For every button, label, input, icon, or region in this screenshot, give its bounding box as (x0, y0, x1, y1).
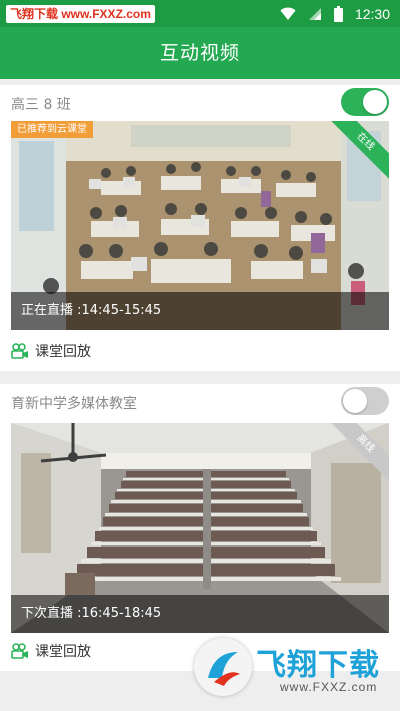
classroom-toggle[interactable] (341, 387, 389, 415)
classroom-toggle[interactable] (341, 88, 389, 116)
replay-button[interactable]: 课堂回放 (11, 330, 91, 371)
replay-label: 课堂回放 (35, 343, 91, 360)
replay-button[interactable]: 课堂回放 (11, 630, 91, 671)
card-header: 高三 8 班 (11, 85, 389, 121)
classroom-name: 育新中学多媒体教室 (11, 396, 137, 412)
classroom-name: 高三 8 班 (11, 97, 71, 113)
next-live-schedule: 下次直播 :16:45-18:45 (11, 595, 389, 633)
status-bar: 飞翔下载 www.FXXZ.com 12:30 (0, 0, 400, 27)
recommend-badge: 已推荐到云课堂 (11, 121, 93, 138)
status-ribbon: 在线 (323, 121, 389, 184)
card-header: 育新中学多媒体教室 (11, 384, 389, 420)
toggle-knob (343, 389, 367, 413)
watermark-logo: 飞翔下载 www.FXXZ.com (192, 636, 400, 702)
watermark-logo-icon (194, 638, 252, 696)
video-player[interactable]: 离线 下次直播 :16:45-18:45 (11, 423, 389, 633)
classroom-card: 育新中学多媒体教室 离线 下次直播:16:45-18:45 课堂回放 (0, 384, 400, 671)
app-bar: 互动视频 (0, 27, 400, 79)
page-title: 互动视频 (159, 42, 240, 64)
wifi-icon (280, 7, 296, 20)
toggle-knob (363, 90, 387, 114)
replay-label: 课堂回放 (35, 643, 91, 660)
video-player[interactable]: 已推荐到云课堂 在线 正在直播 :14:45-15:45 (11, 121, 389, 330)
watermark-label: 飞翔下载 www.FXXZ.com (6, 5, 155, 23)
status-icons: 12:30 (280, 0, 390, 27)
video-camera-icon (11, 342, 28, 359)
battery-icon (333, 5, 343, 22)
classroom-card: 高三 8 班 已推荐到云课堂 在线 正在直播:14:45-15:45 课堂回放 (0, 85, 400, 371)
video-camera-icon (11, 642, 28, 659)
status-ribbon: 离线 (323, 423, 389, 486)
watermark-url: www.FXXZ.com (280, 680, 378, 694)
clock: 12:30 (354, 5, 390, 22)
signal-icon (308, 7, 321, 20)
live-schedule: 正在直播 :14:45-15:45 (11, 292, 389, 330)
watermark-brand: 飞翔下载 (256, 648, 380, 683)
